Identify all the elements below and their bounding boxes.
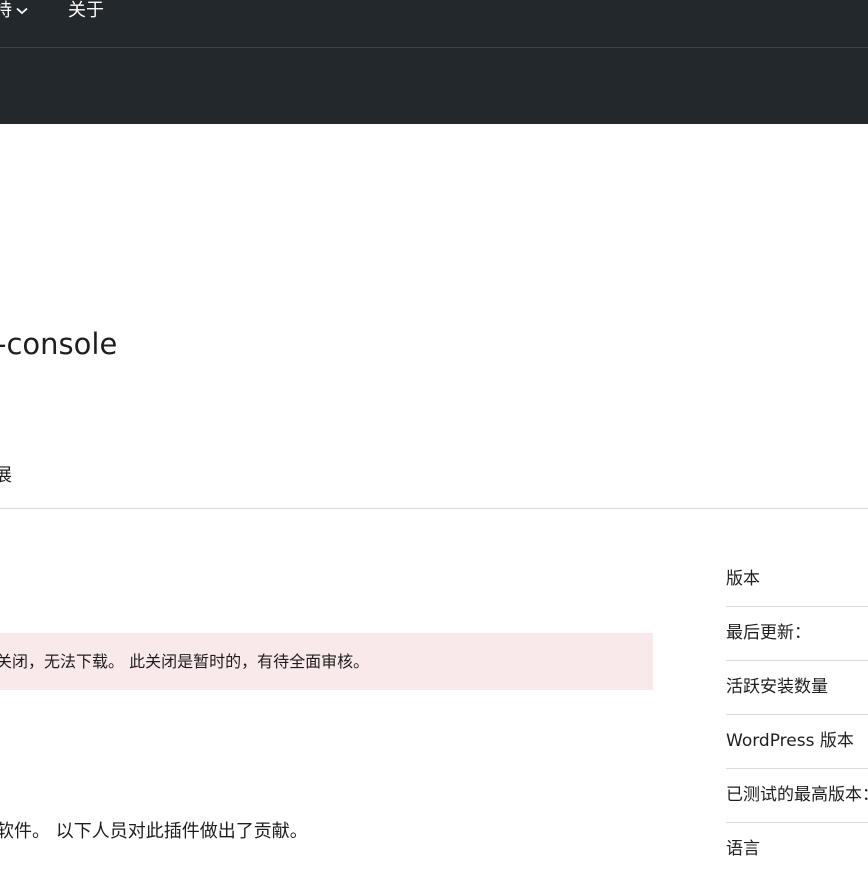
meta-label: 最后更新： (726, 623, 811, 643)
contributors-text: 软件。 以下人员对此插件做出了贡献。 (0, 821, 308, 842)
meta-last-updated: 最后更新： (726, 607, 868, 661)
chevron-down-icon (16, 0, 28, 21)
meta-language: 语言 (726, 823, 868, 870)
meta-label: WordPress 版本 (726, 731, 854, 751)
meta-label: 版本 (726, 569, 760, 589)
plugin-page: 持 关于 -console 展 关闭，无法下载。 此关闭是暂时的，有待全面审核。… (0, 0, 868, 870)
closed-notice: 关闭，无法下载。 此关闭是暂时的，有待全面审核。 (0, 633, 653, 690)
nav-item-support-label: 持 (0, 0, 12, 21)
meta-label: 语言 (726, 839, 760, 859)
closed-notice-text: 关闭，无法下载。 此关闭是暂时的，有待全面审核。 (0, 652, 370, 671)
plugin-directory-header (0, 48, 868, 124)
meta-label: 已测试的最高版本： (726, 785, 868, 805)
meta-label: 活跃安装数量 (726, 677, 828, 697)
meta-wordpress-version: WordPress 版本 (726, 715, 868, 769)
tab-details[interactable]: 展 (0, 463, 12, 489)
plugin-title: -console (0, 327, 118, 362)
nav-item-support[interactable]: 持 (0, 0, 28, 24)
nav-item-about[interactable]: 关于 (68, 0, 104, 24)
plugin-meta: 版本 最后更新： 活跃安装数量 WordPress 版本 已测试的最高版本： 语… (726, 553, 868, 870)
meta-tested-up-to: 已测试的最高版本： (726, 769, 868, 823)
global-nav: 持 关于 (0, 0, 868, 48)
meta-active-installs: 活跃安装数量 (726, 661, 868, 715)
meta-version: 版本 (726, 553, 868, 607)
tabs-divider (0, 508, 868, 509)
